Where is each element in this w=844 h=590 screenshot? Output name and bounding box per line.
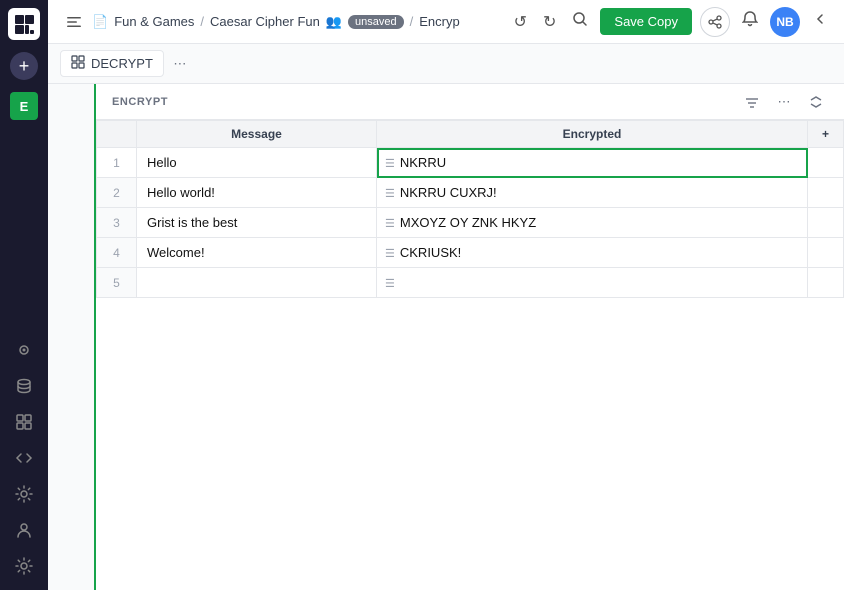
tab-decrypt-icon xyxy=(71,55,85,72)
filter-sort-button[interactable] xyxy=(740,90,764,114)
breadcrumb-workspace[interactable]: Fun & Games xyxy=(114,14,194,29)
view-icon[interactable] xyxy=(8,334,40,366)
breadcrumb: 📄 Fun & Games / Caesar Cipher Fun 👥 unsa… xyxy=(92,14,460,30)
cell-icon-1: ☰ xyxy=(385,158,395,170)
cell-message-3[interactable]: Grist is the best xyxy=(137,208,377,238)
table-row: 1 Hello ☰NKRRU xyxy=(97,148,844,178)
data-icon[interactable] xyxy=(8,370,40,402)
app-logo xyxy=(8,8,40,40)
cell-message-4[interactable]: Welcome! xyxy=(137,238,377,268)
row-num-5: 5 xyxy=(97,268,137,298)
settings-icon[interactable] xyxy=(8,478,40,510)
search-button[interactable] xyxy=(568,7,592,36)
widgets-icon[interactable] xyxy=(8,406,40,438)
table-row-empty: 5 ☰ xyxy=(97,268,844,298)
sidebar-toggle-button[interactable] xyxy=(808,7,832,36)
table-area: ENCRYPT ⋯ xyxy=(96,84,844,590)
add-col-empty-5 xyxy=(808,268,844,298)
col-header-rownum xyxy=(97,121,137,148)
cell-message-1[interactable]: Hello xyxy=(137,148,377,178)
cell-encrypted-2[interactable]: ☰NKRRU CUXRJ! xyxy=(377,178,808,208)
col-header-encrypted[interactable]: Encrypted xyxy=(377,121,808,148)
section-label: ENCRYPT xyxy=(112,96,732,108)
main-content: 📄 Fun & Games / Caesar Cipher Fun 👥 unsa… xyxy=(48,0,844,590)
add-new-button[interactable]: + xyxy=(10,52,38,80)
breadcrumb-sep-1: / xyxy=(200,14,204,29)
topbar-nav: 📄 Fun & Games / Caesar Cipher Fun 👥 unsa… xyxy=(60,8,502,36)
row-num-1: 1 xyxy=(97,148,137,178)
unsaved-badge: unsaved xyxy=(348,15,404,29)
page-tabs: DECRYPT ⋯ xyxy=(48,44,844,84)
access-icon[interactable] xyxy=(8,514,40,546)
add-col-empty-3 xyxy=(808,208,844,238)
row-num-3: 3 xyxy=(97,208,137,238)
topbar-actions: ↺ ↻ Save Copy xyxy=(510,7,832,37)
breadcrumb-page[interactable]: Encryp xyxy=(419,14,459,29)
add-column-button[interactable]: + xyxy=(808,121,844,148)
code-icon[interactable] xyxy=(8,442,40,474)
breadcrumb-doc[interactable]: Caesar Cipher Fun xyxy=(210,14,320,29)
more-tabs-button[interactable]: ⋯ xyxy=(168,52,192,76)
more-options-button[interactable]: ⋯ xyxy=(772,90,796,114)
doc-icon: 📄 xyxy=(92,14,108,30)
spreadsheet-table: Message Encrypted + 1 Hello ☰NKRRU xyxy=(96,120,844,298)
tab-decrypt[interactable]: DECRYPT xyxy=(60,50,164,77)
tab-decrypt-label: DECRYPT xyxy=(91,56,153,71)
cell-message-5[interactable] xyxy=(137,268,377,298)
breadcrumb-sep-2: / xyxy=(410,14,414,29)
cell-icon-2: ☰ xyxy=(385,188,395,200)
cell-encrypted-5[interactable]: ☰ xyxy=(377,268,808,298)
user-avatar[interactable]: NB xyxy=(770,7,800,37)
settings2-icon[interactable] xyxy=(8,550,40,582)
cell-icon-3: ☰ xyxy=(385,218,395,230)
notifications-button[interactable] xyxy=(738,7,762,36)
icon-rail: + E xyxy=(0,0,48,590)
add-col-empty-2 xyxy=(808,178,844,208)
topbar: 📄 Fun & Games / Caesar Cipher Fun 👥 unsa… xyxy=(48,0,844,44)
col-header-message[interactable]: Message xyxy=(137,121,377,148)
save-copy-button[interactable]: Save Copy xyxy=(600,8,692,35)
page-active-indicator: E xyxy=(10,92,38,120)
redo-button[interactable]: ↻ xyxy=(539,8,560,36)
people-icon: 👥 xyxy=(326,14,342,30)
add-col-empty-4 xyxy=(808,238,844,268)
cell-icon-5: ☰ xyxy=(385,278,395,290)
left-sidebar xyxy=(48,84,96,590)
table-row: 2 Hello world! ☰NKRRU CUXRJ! xyxy=(97,178,844,208)
cell-message-2[interactable]: Hello world! xyxy=(137,178,377,208)
share-button[interactable] xyxy=(700,7,730,37)
cell-encrypted-3[interactable]: ☰MXOYZ OY ZNK HKYZ xyxy=(377,208,808,238)
add-col-empty-1 xyxy=(808,148,844,178)
table-row: 3 Grist is the best ☰MXOYZ OY ZNK HKYZ xyxy=(97,208,844,238)
row-num-2: 2 xyxy=(97,178,137,208)
cell-encrypted-4[interactable]: ☰CKRIUSK! xyxy=(377,238,808,268)
cell-encrypted-1[interactable]: ☰NKRRU xyxy=(377,148,808,178)
row-num-4: 4 xyxy=(97,238,137,268)
cell-icon-4: ☰ xyxy=(385,248,395,260)
table-toolbar: ENCRYPT ⋯ xyxy=(96,84,844,120)
collapse-button[interactable] xyxy=(804,90,828,114)
expand-nav-button[interactable] xyxy=(60,8,88,36)
undo-button[interactable]: ↺ xyxy=(510,8,531,36)
content-area: ENCRYPT ⋯ xyxy=(48,84,844,590)
spreadsheet-wrapper[interactable]: Message Encrypted + 1 Hello ☰NKRRU xyxy=(96,120,844,590)
table-row: 4 Welcome! ☰CKRIUSK! xyxy=(97,238,844,268)
